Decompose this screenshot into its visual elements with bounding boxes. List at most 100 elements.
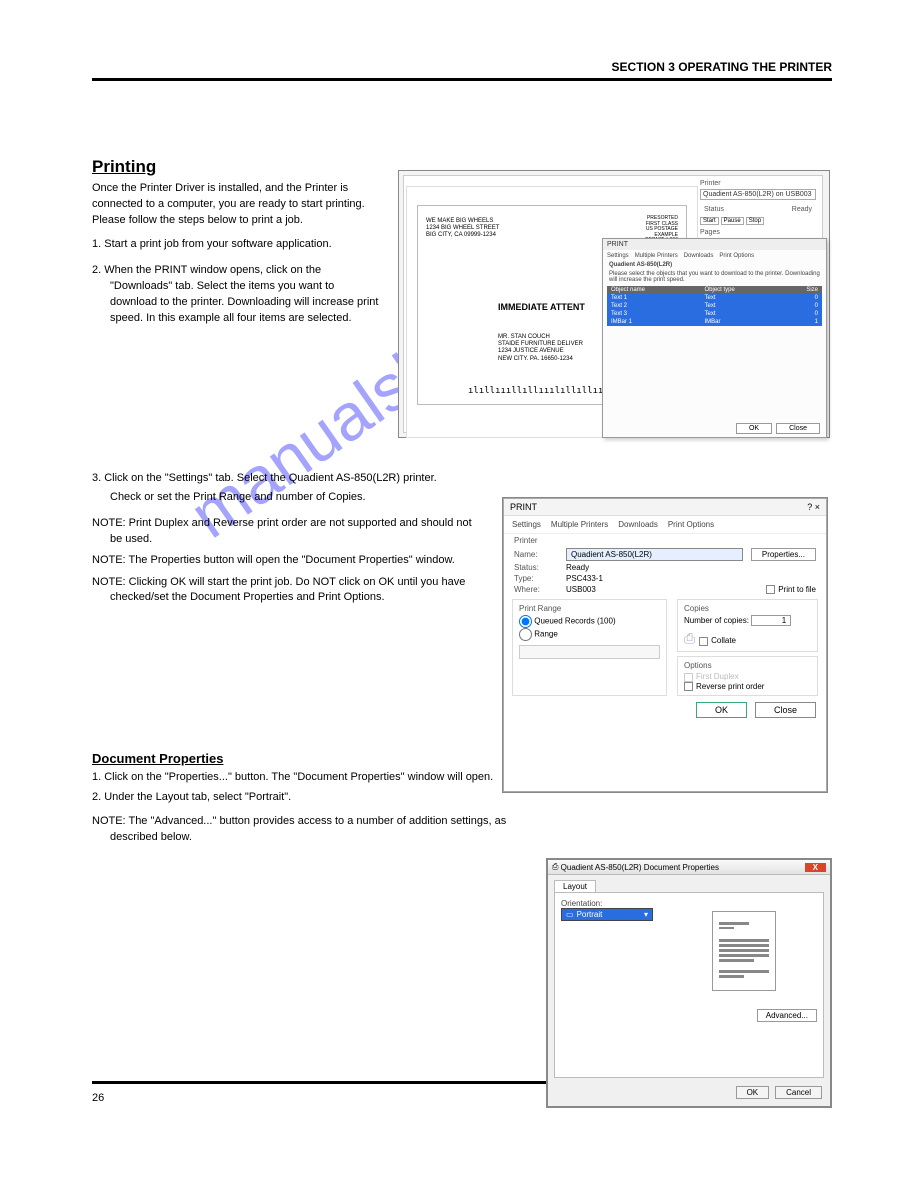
figure-2: PRINT ? × Settings Multiple Printers Down… [502, 497, 828, 793]
pw-row[interactable]: Text 3Text0 [607, 310, 822, 318]
env-return: WE MAKE BIG WHEELS 1234 BIG WHEEL STREET… [426, 218, 499, 240]
th-name: Object name [611, 287, 705, 293]
f1-status-l: Status [704, 206, 724, 213]
f2-val-type: PSC433-1 [566, 574, 603, 583]
pw-tab-multi[interactable]: Multiple Printers [635, 253, 678, 259]
f2-lbl-type: Type: [514, 574, 566, 583]
f2-close-button[interactable]: Close [755, 702, 816, 718]
c: IMBar 1 [611, 319, 705, 325]
c: Text [705, 303, 799, 309]
properties-button[interactable]: Properties... [751, 548, 816, 561]
f2-opt-r: Range [534, 630, 558, 639]
f2-grp-printer: Printer [504, 534, 826, 547]
f2-grp-opts: Options [684, 661, 811, 670]
f2-lbl-name: Name: [514, 550, 566, 559]
note-3: NOTE: Clicking OK will start the print j… [92, 575, 472, 606]
f2-lbl-status: Status: [514, 563, 566, 572]
f2-val-where: USB003 [566, 585, 596, 594]
th-type: Object type [705, 287, 799, 293]
c: Text [705, 295, 799, 301]
c: Text 3 [611, 311, 705, 317]
f1-pages-h: Pages [700, 229, 816, 236]
pw-tab-options[interactable]: Print Options [719, 253, 754, 259]
duplex-checkbox [684, 673, 693, 682]
f2-printer-combo[interactable]: Quadient AS-850(L2R) [566, 548, 743, 561]
orientation-select[interactable]: ▭Portrait ▾ [561, 908, 653, 921]
f1-pause-button[interactable]: Pause [721, 217, 744, 225]
f3-ok-button[interactable]: OK [736, 1086, 770, 1099]
c: 0 [798, 303, 818, 309]
f1-printer-select[interactable]: Quadient AS-850(L2R) on USB003 [700, 189, 816, 200]
page-preview [712, 911, 776, 991]
f2-fs: First Duplex [696, 672, 739, 681]
f2-lbl-where: Where: [514, 585, 566, 594]
f3-cancel-button[interactable]: Cancel [775, 1086, 822, 1099]
orientation-label: Orientation: [561, 899, 671, 908]
f2-grp-range: Print Range [519, 604, 660, 613]
f2-ptf: Print to file [778, 585, 816, 594]
copies-spinner[interactable]: 1 [751, 615, 791, 626]
pw-row[interactable]: Text 2Text0 [607, 302, 822, 310]
range-input[interactable] [519, 645, 660, 659]
collate-checkbox[interactable] [699, 637, 708, 646]
layout-tab[interactable]: Layout [554, 880, 596, 893]
f2-tab-multi[interactable]: Multiple Printers [551, 520, 608, 529]
f3-title: Quadient AS-850(L2R) Document Properties [561, 863, 719, 872]
pw-tab-settings[interactable]: Settings [607, 253, 629, 259]
dp-step-1: 1. Click on the "Properties..." button. … [92, 770, 522, 786]
pw-table-head: Object name Object type Size [607, 286, 822, 294]
pw-close-button[interactable]: Close [776, 423, 820, 434]
f1-status-v: Ready [792, 206, 812, 213]
orientation-value: Portrait [577, 910, 603, 919]
note-2: NOTE: The Properties button will open th… [92, 553, 472, 568]
print-dialog-1: PRINT Settings Multiple Printers Downloa… [602, 238, 827, 438]
f2-opt-q: Queued Records (100) [534, 617, 615, 626]
f2-ok-button[interactable]: OK [696, 702, 747, 718]
step-3b: Check or set the Print Range and number … [92, 490, 472, 506]
c: 0 [798, 295, 818, 301]
c: Text 2 [611, 303, 705, 309]
print-to-file-checkbox[interactable] [766, 585, 775, 594]
note-1: NOTE: Print Duplex and Reverse print ord… [92, 516, 472, 547]
intro-text: Once the Printer Driver is installed, an… [92, 181, 382, 229]
printer-icon: ⎙ [552, 862, 558, 872]
pw-tab-downloads[interactable]: Downloads [684, 253, 714, 259]
f2-title: PRINT [510, 502, 537, 512]
f2-tab-settings[interactable]: Settings [512, 520, 541, 529]
f1-stop-button[interactable]: Stop [746, 217, 764, 225]
range-radio[interactable] [519, 628, 532, 641]
pw-printer-name: Quadient AS-850(L2R) [609, 262, 820, 268]
f2-tab-options[interactable]: Print Options [668, 520, 714, 529]
page-number: 26 [92, 1092, 104, 1104]
pw-row[interactable]: Text 1Text0 [607, 294, 822, 302]
f2-col: Collate [711, 636, 736, 645]
f2-qx[interactable]: ? × [807, 502, 820, 512]
figure-3: ⎙ Quadient AS-850(L2R) Document Properti… [546, 858, 832, 1108]
step-2: 2. When the PRINT window opens, click on… [92, 263, 382, 327]
f1-start-button[interactable]: Start [700, 217, 719, 225]
portrait-icon: ▭ [566, 910, 574, 919]
chevron-down-icon: ▾ [644, 910, 648, 919]
env-attention: IMMEDIATE ATTENT [498, 302, 585, 312]
f2-val-status: Ready [566, 563, 589, 572]
f1-printer-label: Printer [700, 180, 816, 187]
figure-1: Printer Quadient AS-850(L2R) on USB003 S… [398, 170, 830, 438]
env-address: MR. STAN COUCH STAIDE FURNITURE DELIVER … [498, 334, 583, 363]
c: IMBar [705, 319, 799, 325]
dp-note: NOTE: The "Advanced..." button provides … [92, 814, 522, 845]
advanced-button[interactable]: Advanced... [757, 1009, 817, 1022]
f2-rev: Reverse print order [696, 682, 764, 691]
pw-msg: Please select the objects that you want … [609, 271, 820, 283]
close-button[interactable]: X [805, 863, 826, 872]
pw-ok-button[interactable]: OK [736, 423, 772, 434]
f2-tab-downloads[interactable]: Downloads [618, 520, 658, 529]
dp-step-2: 2. Under the Layout tab, select "Portrai… [92, 790, 522, 806]
f2-grp-copies: Copies [684, 604, 811, 613]
f2-lbl-nc: Number of copies: [684, 616, 749, 625]
queued-radio[interactable] [519, 615, 532, 628]
reverse-checkbox[interactable] [684, 682, 693, 691]
c: 0 [798, 311, 818, 317]
pw-row[interactable]: IMBar 1IMBar1 [607, 318, 822, 326]
rule-top [92, 78, 832, 81]
step-3: 3. Click on the "Settings" tab. Select t… [92, 471, 472, 487]
